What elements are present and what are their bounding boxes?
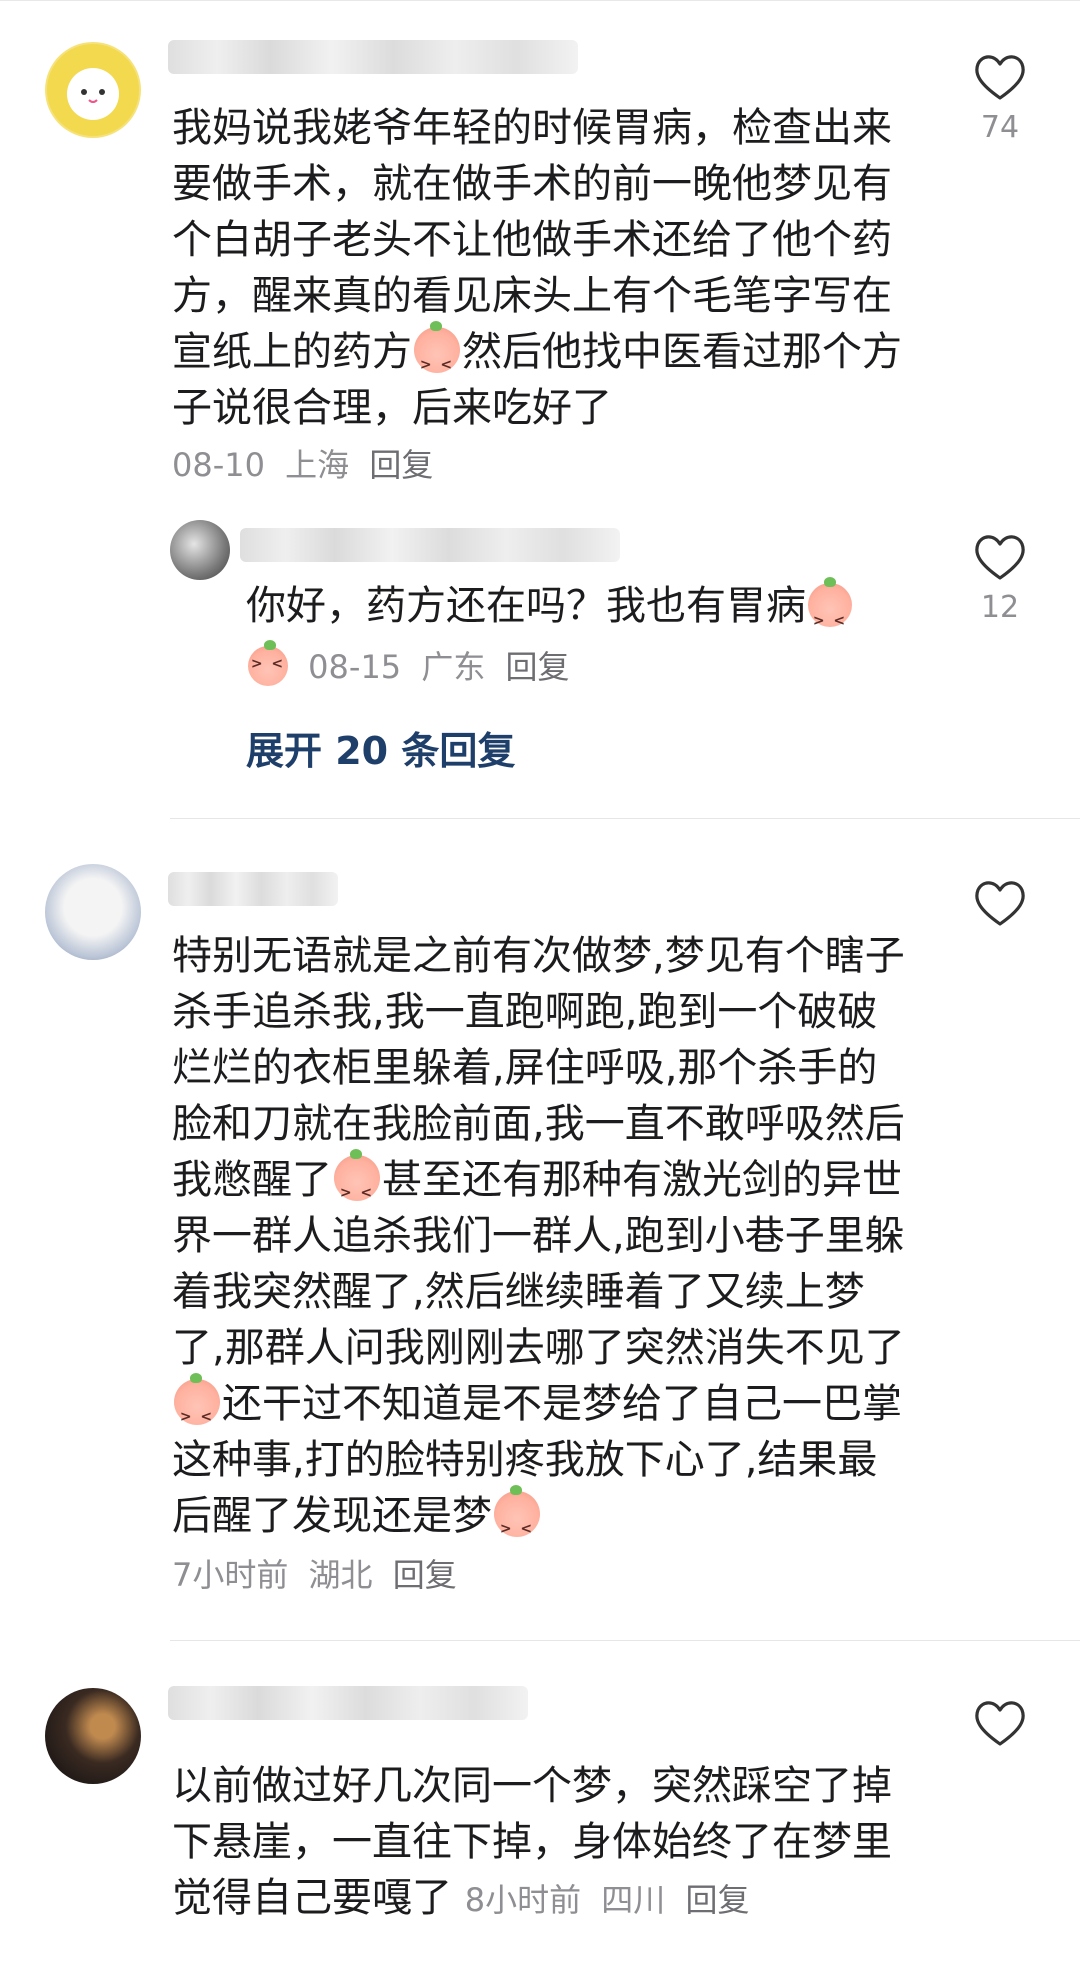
reply-username-blurred[interactable] xyxy=(240,528,620,562)
comment-date: 8小时前 xyxy=(464,1881,582,1919)
expand-replies-button[interactable]: 展开 20 条回复 xyxy=(246,720,515,775)
avatar[interactable] xyxy=(45,1688,141,1784)
comment-meta: 7小时前 湖北 回复 xyxy=(172,1550,467,1596)
like-button[interactable] xyxy=(960,878,1040,928)
comment-meta: 08-10 上海 回复 xyxy=(172,440,443,486)
heart-outline-icon xyxy=(975,1701,1025,1746)
reply-button[interactable]: 回复 xyxy=(506,648,570,686)
like-button[interactable] xyxy=(960,1698,1040,1748)
reply-button[interactable]: 回复 xyxy=(685,1881,749,1919)
reply-meta: 08-15 广东 回复 xyxy=(246,640,580,688)
peach-crying-emoji xyxy=(414,321,460,393)
comment-location: 湖北 xyxy=(308,1556,373,1594)
like-button[interactable]: 74 xyxy=(960,52,1040,145)
avatar[interactable] xyxy=(45,864,141,960)
like-count: 74 xyxy=(980,110,1020,145)
reply-avatar[interactable] xyxy=(170,520,230,580)
username-blurred[interactable] xyxy=(168,40,578,74)
comment-location: 四川 xyxy=(601,1881,666,1919)
comment-date: 08-10 xyxy=(172,446,265,484)
reply-button[interactable]: 回复 xyxy=(369,446,433,484)
comment-text: 特别无语就是之前有次做梦,梦见有个瞎子杀手追杀我,我一直跑啊跑,跑到一个破破烂烂… xyxy=(172,928,912,1557)
comment-text: 以前做过好几次同一个梦，突然踩空了掉下悬崖，一直往下掉，身体始终了在梦里觉得自己… xyxy=(172,1763,892,1921)
heart-outline-icon xyxy=(975,881,1025,926)
peach-crying-emoji xyxy=(334,1149,380,1221)
avatar-cat-icon xyxy=(47,44,139,136)
top-divider xyxy=(0,0,1080,1)
reply-text: 你好，药方还在吗？我也有胃病 xyxy=(246,577,906,649)
reply-date: 08-15 xyxy=(308,648,402,686)
avatar[interactable] xyxy=(45,42,141,138)
comment-divider xyxy=(170,818,1080,819)
peach-crying-emoji xyxy=(248,640,288,686)
reply-location: 广东 xyxy=(421,648,486,686)
heart-outline-icon xyxy=(975,535,1025,580)
comment-meta: 8小时前 四川 回复 xyxy=(465,1881,760,1919)
username-blurred[interactable] xyxy=(168,1686,528,1720)
comment-divider xyxy=(170,1640,1080,1641)
heart-outline-icon xyxy=(975,55,1025,100)
comment-text: 我妈说我姥爷年轻的时候胃病，检查出来要做手术，就在做手术的前一晚他梦见有个白胡子… xyxy=(172,100,912,436)
peach-crying-emoji xyxy=(808,577,852,649)
peach-crying-emoji xyxy=(494,1485,540,1557)
reply-button[interactable]: 回复 xyxy=(393,1556,457,1594)
comment-date: 7小时前 xyxy=(172,1556,289,1594)
comment-list: 我妈说我姥爷年轻的时候胃病，检查出来要做手术，就在做手术的前一晚他梦见有个白胡子… xyxy=(0,0,1080,1963)
reply-like-count: 12 xyxy=(980,590,1020,625)
reply-like-button[interactable]: 12 xyxy=(960,532,1040,625)
comment-location: 上海 xyxy=(285,446,350,484)
username-blurred[interactable] xyxy=(168,872,338,906)
peach-crying-emoji xyxy=(174,1373,220,1445)
